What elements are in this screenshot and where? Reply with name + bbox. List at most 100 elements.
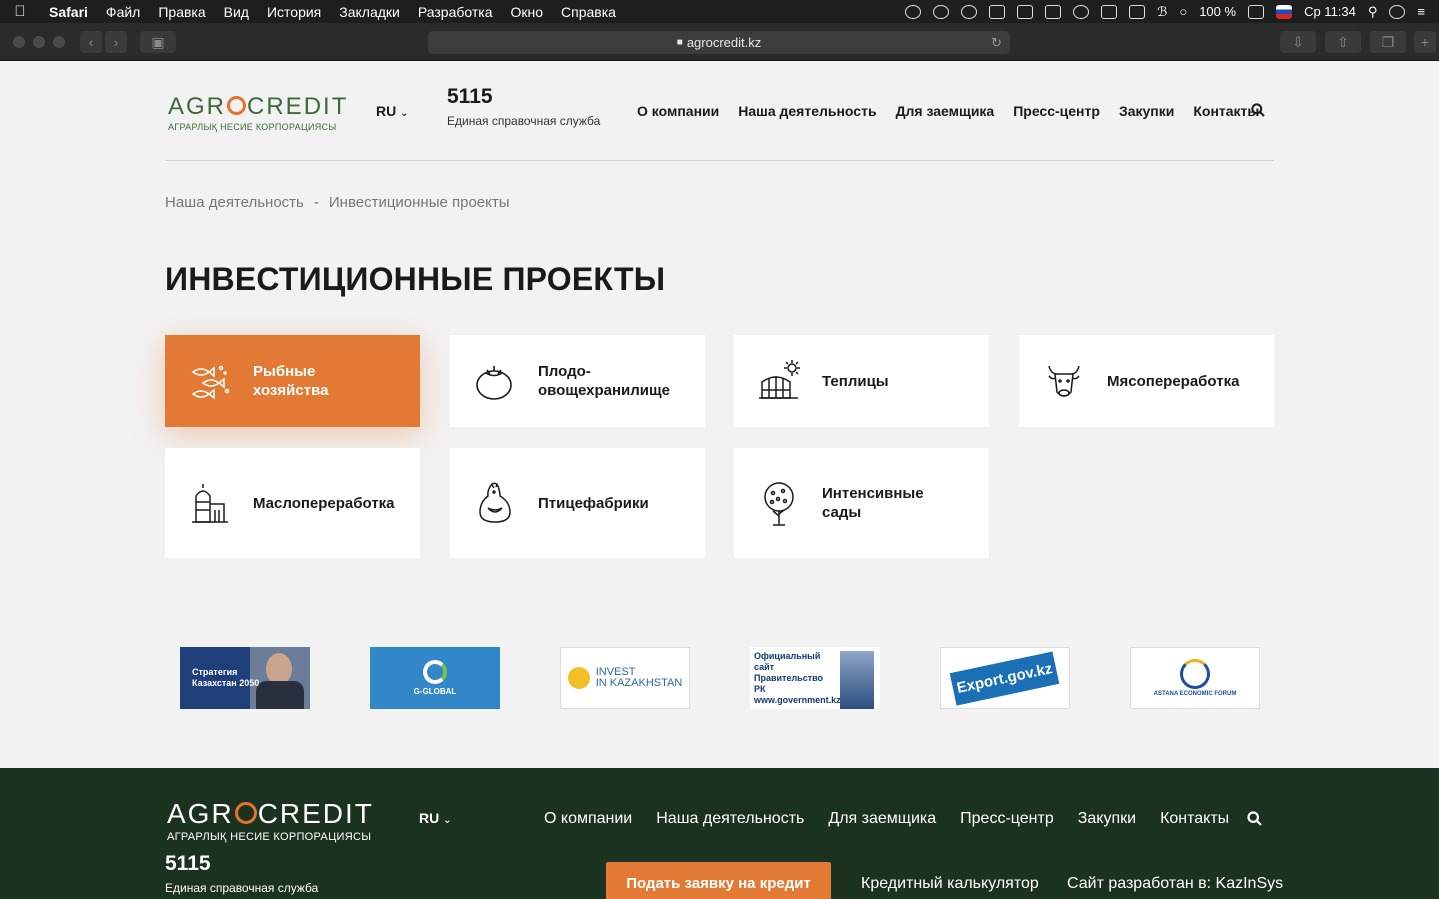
logo-subtitle: АГРАРЛЫҚ НЕСИЕ КОРПОРАЦИЯСЫ: [168, 122, 337, 132]
partner-label: G-GLOBAL: [413, 687, 457, 696]
chicken-icon: [479, 482, 511, 523]
partner-banner-kazakhstan-2050[interactable]: Стратегия Казахстан 2050: [180, 647, 310, 709]
siri-icon[interactable]: [1389, 4, 1406, 19]
new-tab-icon[interactable]: +: [1414, 31, 1436, 53]
feather-icon[interactable]: [989, 4, 1006, 19]
agrocredit-logo[interactable]: AGR CREDIT АГРАРЛЫҚ НЕСИЕ КОРПОРАЦИЯСЫ: [168, 93, 348, 132]
footer-nav-borrower[interactable]: Для заемщика: [828, 810, 936, 828]
reload-icon[interactable]: ↻: [991, 35, 1002, 51]
partner-banner-astana-forum[interactable]: ASTANA ECONOMIC FORUM: [1130, 647, 1260, 709]
footer-nav-about[interactable]: О компании: [544, 810, 632, 828]
nav-press[interactable]: Пресс-центр: [1013, 103, 1100, 119]
nav-borrower[interactable]: Для заемщика: [896, 103, 995, 119]
partner-banner-export[interactable]: Export.gov.kz: [940, 647, 1070, 709]
card-poultry-farms[interactable]: Птицефабрики: [450, 448, 705, 558]
menu-help[interactable]: Справка: [552, 4, 625, 20]
nav-activity[interactable]: Наша деятельность: [738, 103, 876, 119]
card-vegetable-storage[interactable]: Плодо- овощехранилище: [450, 335, 705, 427]
battery-percent: 100 %: [1199, 4, 1237, 19]
card-oil-processing[interactable]: Маслопереработка: [165, 448, 420, 558]
input-flag-icon[interactable]: [1276, 4, 1293, 19]
menu-window[interactable]: Окно: [501, 4, 552, 20]
headphones-icon[interactable]: [933, 4, 950, 19]
card-greenhouses[interactable]: Теплицы: [734, 335, 989, 427]
nav-contacts[interactable]: Контакты: [1193, 103, 1259, 119]
zoom-window-button[interactable]: [53, 36, 65, 48]
footer-nav-procurement[interactable]: Закупки: [1078, 810, 1136, 828]
downloads-icon[interactable]: ⇩: [1280, 31, 1316, 53]
footer-hotline-number[interactable]: 5115: [165, 852, 211, 876]
card-fish-farms[interactable]: Рыбные хозяйства: [165, 335, 420, 427]
card-intensive-gardens[interactable]: Интенсивные сады: [734, 448, 989, 558]
minimize-window-button[interactable]: [33, 36, 45, 48]
cloud-icon[interactable]: [1073, 4, 1090, 19]
keyboard-icon[interactable]: [1101, 4, 1118, 19]
tomato-icon: [476, 366, 512, 400]
footer-search-icon[interactable]: [1247, 811, 1262, 826]
developer-credit-link[interactable]: Сайт разработан в: KazInSys: [1067, 875, 1283, 893]
silo-icon: [192, 484, 228, 523]
menu-history[interactable]: История: [258, 4, 330, 20]
card-meat-processing[interactable]: Мясопереработка: [1019, 335, 1274, 427]
partner-banner-invest-kazakhstan[interactable]: INVEST IN KAZAKHSTAN: [560, 647, 690, 709]
logo-word-right: CREDIT: [247, 93, 349, 120]
breadcrumb-activity-link[interactable]: Наша деятельность: [165, 194, 304, 211]
language-selector[interactable]: RU ⌄: [376, 103, 409, 119]
sidebar-toggle-icon[interactable]: ▣: [140, 31, 176, 53]
tabs-overview-icon[interactable]: ❐: [1370, 31, 1406, 53]
apply-for-credit-button[interactable]: Подать заявку на кредит: [606, 862, 831, 899]
logo-ring-icon: [227, 96, 247, 115]
clock[interactable]: Ср 11:34: [1304, 4, 1356, 19]
airplay-icon[interactable]: [1129, 4, 1146, 19]
menu-view[interactable]: Вид: [215, 4, 258, 20]
address-bar[interactable]: ■ agrocredit.kz ↻: [428, 31, 1010, 54]
nav-procurement[interactable]: Закупки: [1119, 103, 1174, 119]
skype-icon[interactable]: [961, 4, 978, 19]
building-image: [840, 651, 874, 709]
back-button[interactable]: ‹: [80, 31, 102, 53]
partner-label: INVEST IN KAZAKHSTAN: [595, 666, 683, 689]
address-bar-url: agrocredit.kz: [686, 35, 762, 50]
apple-menu-icon[interactable]: : [0, 3, 40, 20]
close-window-button[interactable]: [13, 36, 25, 48]
bluetooth-icon[interactable]: ℬ: [1157, 4, 1167, 20]
lock-icon: ■: [676, 37, 683, 48]
partner-banner-g-global[interactable]: G-GLOBAL: [370, 647, 500, 709]
card-label: Мясопереработка: [1107, 372, 1240, 390]
notification-icon[interactable]: [1045, 4, 1062, 19]
app-e-icon[interactable]: [1017, 4, 1034, 19]
main-nav: О компании Наша деятельность Для заемщик…: [637, 103, 1278, 119]
page-title: ИНВЕСТИЦИОННЫЕ ПРОЕКТЫ: [165, 261, 666, 297]
credit-calculator-link[interactable]: Кредитный калькулятор: [861, 875, 1039, 893]
search-icon[interactable]: [1251, 103, 1265, 117]
sun-logo-icon: [567, 667, 590, 689]
footer-logo[interactable]: AGR CREDIT АГРАРЛЫҚ НЕСИЕ КОРПОРАЦИЯСЫ: [167, 798, 374, 843]
wifi-icon[interactable]: ○: [1179, 4, 1187, 19]
footer-nav-press[interactable]: Пресс-центр: [960, 810, 1054, 828]
share-icon[interactable]: ⇧: [1325, 31, 1361, 53]
site-header: AGR CREDIT АГРАРЛЫҚ НЕСИЕ КОРПОРАЦИЯСЫ RU…: [0, 61, 1439, 161]
macos-menubar:  Safari Файл Правка Вид История Закладк…: [0, 0, 1439, 23]
forward-button[interactable]: ›: [105, 31, 127, 53]
footer-nav-contacts[interactable]: Контакты: [1160, 810, 1229, 828]
breadcrumb: Наша деятельность - Инвестиционные проекты: [165, 194, 510, 211]
footer-nav-activity[interactable]: Наша деятельность: [656, 810, 804, 828]
notification-center-icon[interactable]: ≡: [1417, 4, 1425, 19]
hotline-number[interactable]: 5115: [447, 85, 493, 109]
menu-develop[interactable]: Разработка: [409, 4, 502, 20]
footer-language-selector[interactable]: RU ⌄: [419, 810, 452, 826]
partner-label: Export.gov.kz: [950, 650, 1060, 706]
logo-word-left: AGR: [167, 798, 234, 829]
spotlight-search-icon[interactable]: ⚲: [1368, 4, 1378, 20]
card-label: Интенсивные сады: [822, 485, 924, 521]
fish-icon: [191, 365, 230, 400]
battery-icon[interactable]: [1248, 4, 1265, 19]
menu-edit[interactable]: Правка: [149, 4, 214, 20]
record-icon[interactable]: [905, 4, 922, 19]
partner-banner-government[interactable]: Официальный сайт Правительство РК www.go…: [750, 647, 880, 709]
menu-bookmarks[interactable]: Закладки: [330, 4, 409, 20]
breadcrumb-separator: -: [313, 194, 319, 211]
menu-file[interactable]: Файл: [97, 4, 149, 20]
nav-about[interactable]: О компании: [637, 103, 719, 119]
menu-app-name[interactable]: Safari: [40, 4, 97, 20]
